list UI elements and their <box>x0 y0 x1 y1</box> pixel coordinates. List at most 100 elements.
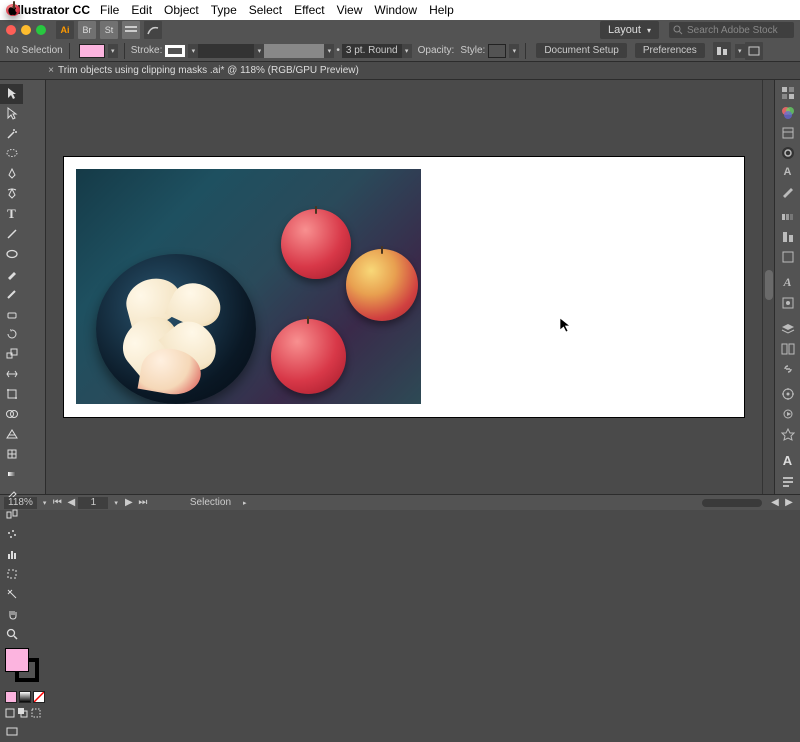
shaper-tool[interactable] <box>0 284 23 304</box>
rotate-tool[interactable] <box>0 324 23 344</box>
artboard[interactable] <box>64 157 744 417</box>
width-tool[interactable] <box>0 364 23 384</box>
style-dropdown[interactable]: ▾ <box>509 44 519 58</box>
screen-mode[interactable] <box>4 722 20 742</box>
transform-icon[interactable] <box>745 42 763 60</box>
panel-brushes-icon[interactable] <box>778 184 798 198</box>
fill-stroke-control[interactable] <box>0 646 45 690</box>
panel-color-guide-icon[interactable] <box>778 210 798 224</box>
scrollbar-thumb[interactable] <box>765 270 773 300</box>
panel-type-icon[interactable]: A <box>778 453 798 468</box>
draw-normal[interactable] <box>4 706 17 720</box>
stock-icon[interactable]: St <box>100 21 118 39</box>
stroke-weight-dropdown[interactable]: ▾ <box>254 44 264 58</box>
status-menu[interactable]: ▸ <box>243 499 247 507</box>
symbol-sprayer-tool[interactable] <box>0 524 23 544</box>
slice-tool[interactable] <box>0 584 23 604</box>
horizontal-scrollbar[interactable] <box>702 499 762 507</box>
menu-view[interactable]: View <box>337 3 363 17</box>
color-mode[interactable] <box>5 691 17 703</box>
minimize-window[interactable] <box>21 25 31 35</box>
panel-text-icon[interactable]: A <box>778 166 798 178</box>
vertical-scrollbar[interactable] <box>762 80 774 494</box>
gradient-tool[interactable] <box>0 464 23 484</box>
lasso-tool[interactable] <box>0 144 23 164</box>
paintbrush-tool[interactable] <box>0 264 23 284</box>
none-mode[interactable] <box>33 691 45 703</box>
artboard-number[interactable]: 1 <box>78 497 108 509</box>
apple-menu[interactable] <box>6 4 20 16</box>
panel-libraries-icon[interactable] <box>778 126 798 140</box>
stroke-swatch[interactable] <box>165 45 185 57</box>
stroke-profile-dropdown[interactable]: ▾ <box>324 44 334 58</box>
gpu-icon[interactable] <box>144 21 162 39</box>
draw-behind[interactable] <box>17 706 30 720</box>
panel-artboards-icon[interactable] <box>778 342 798 356</box>
menu-type[interactable]: Type <box>211 3 237 17</box>
selection-tool[interactable] <box>0 84 23 104</box>
panel-cc-icon[interactable] <box>778 146 798 160</box>
magic-wand-tool[interactable] <box>0 124 23 144</box>
zoom-dropdown[interactable]: ▾ <box>43 499 47 507</box>
panel-character-icon[interactable]: A <box>778 275 798 290</box>
style-swatch[interactable] <box>488 44 506 58</box>
stroke-weight[interactable] <box>198 44 254 58</box>
document-setup-button[interactable]: Document Setup <box>536 43 627 58</box>
tab-close[interactable]: × <box>44 65 58 76</box>
arrange-icon[interactable] <box>122 21 140 39</box>
panel-actions-icon[interactable] <box>778 407 798 421</box>
scroll-right[interactable]: ▶ <box>782 497 796 508</box>
bridge-icon[interactable]: Br <box>78 21 96 39</box>
scroll-left[interactable]: ◀ <box>768 497 782 508</box>
fill-color-swatch[interactable] <box>5 648 29 672</box>
perspective-tool[interactable] <box>0 424 23 444</box>
curvature-tool[interactable] <box>0 184 23 204</box>
draw-inside[interactable] <box>29 706 42 720</box>
shape-builder-tool[interactable] <box>0 404 23 424</box>
menu-edit[interactable]: Edit <box>131 3 152 17</box>
tab-title[interactable]: Trim objects using clipping masks .ai* @… <box>58 65 359 76</box>
gradient-mode[interactable] <box>19 691 31 703</box>
artboard-dropdown[interactable]: ▾ <box>114 499 118 507</box>
panel-color-icon[interactable] <box>778 106 798 120</box>
stroke-dropdown[interactable]: ▾ <box>188 44 198 58</box>
panel-transform-icon[interactable] <box>778 250 798 264</box>
menu-file[interactable]: File <box>100 3 119 17</box>
free-transform-tool[interactable] <box>0 384 23 404</box>
type-tool[interactable]: T <box>0 204 23 224</box>
close-window[interactable] <box>6 25 16 35</box>
panel-links-icon[interactable] <box>778 362 798 376</box>
stroke-profile[interactable] <box>264 44 324 58</box>
align-dropdown[interactable]: ▾ <box>735 44 745 58</box>
fill-dropdown[interactable]: ▾ <box>108 44 118 58</box>
hand-tool[interactable] <box>0 604 23 624</box>
menu-help[interactable]: Help <box>429 3 454 17</box>
menu-window[interactable]: Window <box>374 3 417 17</box>
eraser-tool[interactable] <box>0 304 23 324</box>
brush-dropdown[interactable]: ▾ <box>402 44 412 58</box>
panel-glyphs-icon[interactable] <box>778 474 798 488</box>
pen-tool[interactable] <box>0 164 23 184</box>
column-graph-tool[interactable] <box>0 544 23 564</box>
artboard-tool[interactable] <box>0 564 23 584</box>
artboard-last[interactable]: ⏭ <box>136 497 150 508</box>
align-icon[interactable] <box>713 42 731 60</box>
menu-object[interactable]: Object <box>164 3 199 17</box>
zoom-window[interactable] <box>36 25 46 35</box>
app-name[interactable]: Illustrator CC <box>14 3 90 17</box>
ai-icon[interactable]: Ai <box>56 21 74 39</box>
panel-layers-icon[interactable] <box>778 322 798 336</box>
stock-search[interactable]: Search Adobe Stock <box>669 22 794 38</box>
artboard-next[interactable]: ▶ <box>122 497 136 508</box>
zoom-tool[interactable] <box>0 624 23 644</box>
preferences-button[interactable]: Preferences <box>635 43 705 58</box>
artboard-first[interactable]: ⏮ <box>50 497 64 508</box>
menu-effect[interactable]: Effect <box>294 3 324 17</box>
brush-preset[interactable]: 3 pt. Round <box>342 44 402 58</box>
placed-image[interactable] <box>76 169 421 404</box>
line-tool[interactable] <box>0 224 23 244</box>
panel-appearance-icon[interactable] <box>778 387 798 401</box>
panel-symbols-icon[interactable] <box>778 427 798 441</box>
canvas[interactable] <box>46 80 762 494</box>
workspace-switcher[interactable]: Layout <box>600 21 659 39</box>
